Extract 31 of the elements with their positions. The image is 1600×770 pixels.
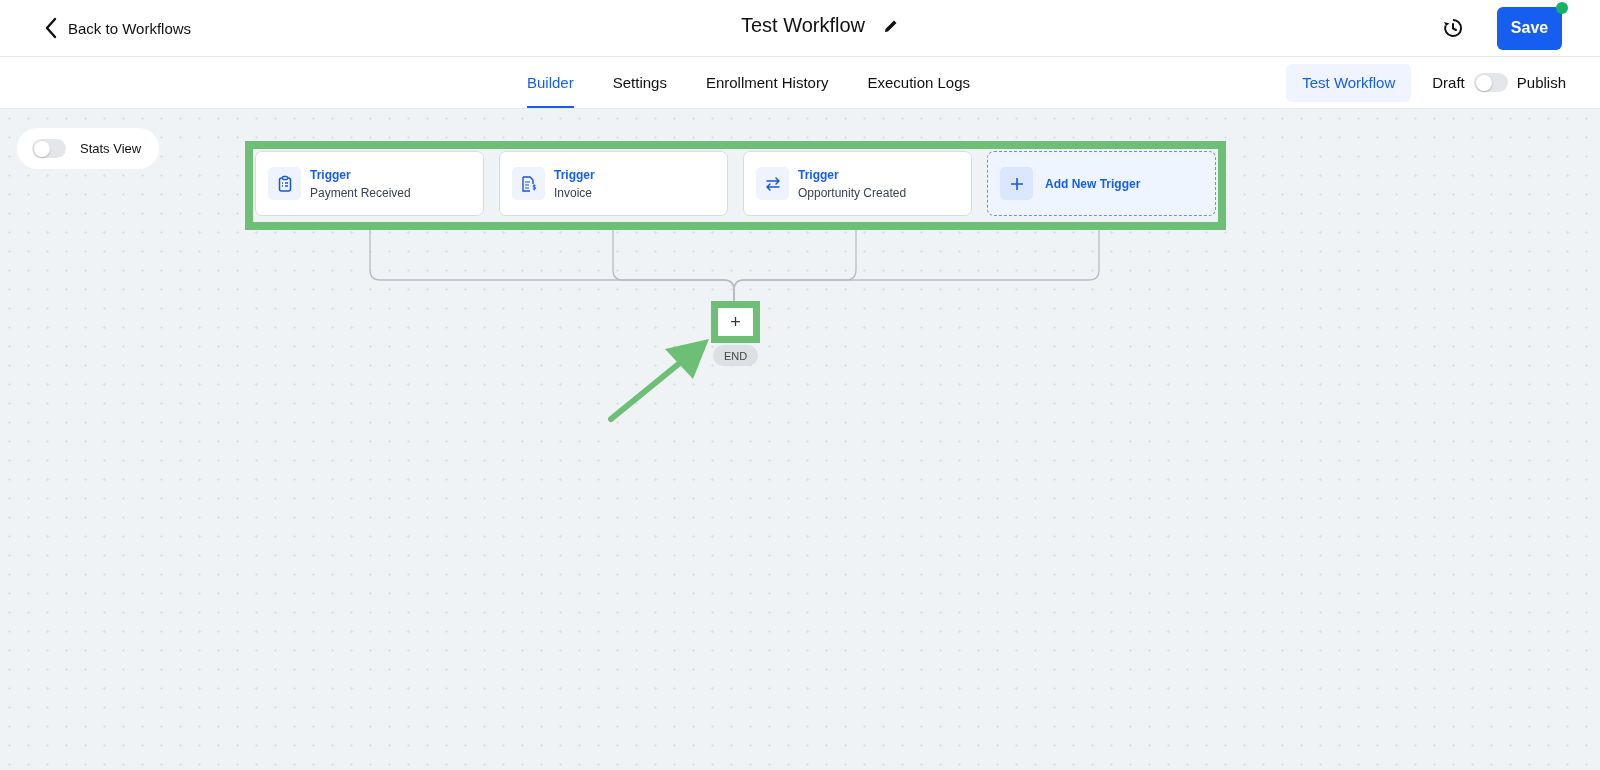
trigger-name: Opportunity Created [798, 185, 907, 200]
publish-toggle[interactable] [1473, 73, 1508, 92]
end-badge: END [713, 345, 758, 366]
stats-view-label: Stats View [80, 141, 142, 156]
add-trigger-card[interactable]: Add New Trigger [987, 151, 1216, 216]
publish-label: Publish [1516, 74, 1566, 91]
plus-icon [1000, 167, 1033, 200]
trigger-name: Payment Received [310, 185, 411, 200]
trigger-name: Invoice [554, 185, 594, 200]
swap-arrows-icon [756, 167, 789, 200]
back-link[interactable]: Back to Workflows [44, 17, 192, 39]
notification-dot [1556, 1, 1568, 14]
trigger-title: Trigger [554, 167, 595, 182]
invoice-icon [512, 167, 545, 200]
stats-view-toggle[interactable] [32, 139, 66, 158]
draft-label: Draft [1432, 74, 1465, 91]
trigger-title: Trigger [798, 167, 840, 182]
trigger-card[interactable]: Trigger Opportunity Created [743, 151, 972, 216]
trigger-card[interactable]: Trigger Invoice [499, 151, 728, 216]
tab[interactable]: Enrollment History [705, 57, 829, 108]
tab[interactable]: Settings [612, 57, 667, 108]
tab[interactable]: Execution Logs [867, 57, 971, 108]
trigger-card[interactable]: Trigger Payment Received [255, 151, 484, 216]
workflow-title: Test Workflow [740, 14, 866, 37]
test-workflow-button[interactable]: Test Workflow [1286, 63, 1412, 102]
history-icon[interactable] [1442, 17, 1464, 39]
add-trigger-label: Add New Trigger [1045, 176, 1141, 191]
save-button[interactable]: Save [1497, 6, 1562, 50]
chevron-left-icon [44, 17, 58, 39]
trigger-title: Trigger [310, 167, 352, 182]
clipboard-icon [268, 167, 301, 200]
